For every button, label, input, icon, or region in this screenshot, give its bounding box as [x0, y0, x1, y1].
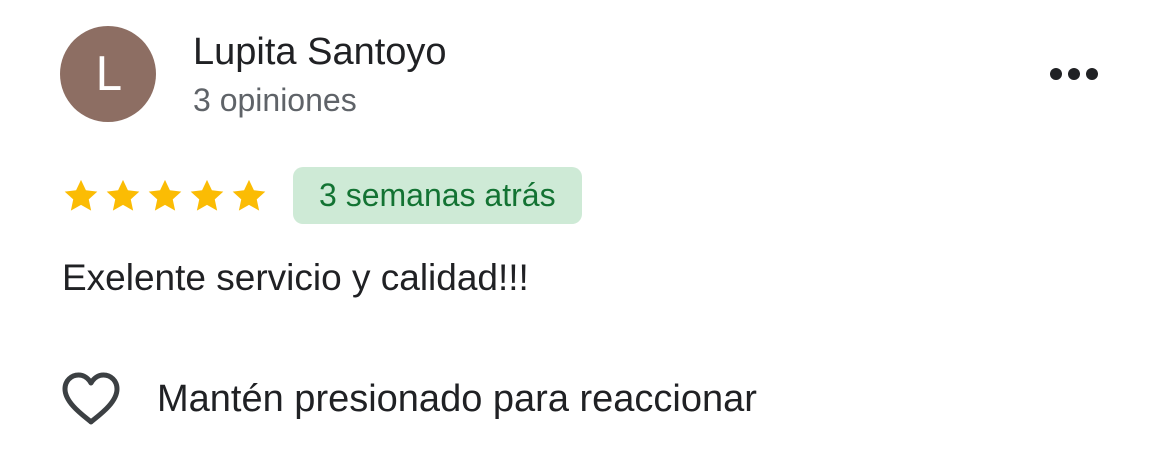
star-icon	[186, 174, 228, 218]
author-initial: L	[95, 47, 121, 101]
star-icon	[60, 174, 102, 218]
star-icon	[228, 174, 270, 218]
react-button[interactable]: Mantén presionado para reaccionar	[60, 368, 757, 430]
author-review-count: 3 opiniones	[193, 82, 357, 118]
star-rating	[60, 174, 270, 218]
star-icon	[144, 174, 186, 218]
react-label: Mantén presionado para reaccionar	[157, 378, 757, 420]
review-date-badge: 3 semanas atrás	[293, 167, 582, 224]
review-text: Exelente servicio y calidad!!!	[62, 257, 529, 298]
more-options-button[interactable]	[1040, 52, 1108, 96]
heart-outline-icon	[60, 368, 130, 430]
more-horizontal-icon	[1050, 68, 1098, 80]
author-name[interactable]: Lupita Santoyo	[193, 28, 447, 76]
star-icon	[102, 174, 144, 218]
author-avatar[interactable]: L	[60, 26, 156, 122]
